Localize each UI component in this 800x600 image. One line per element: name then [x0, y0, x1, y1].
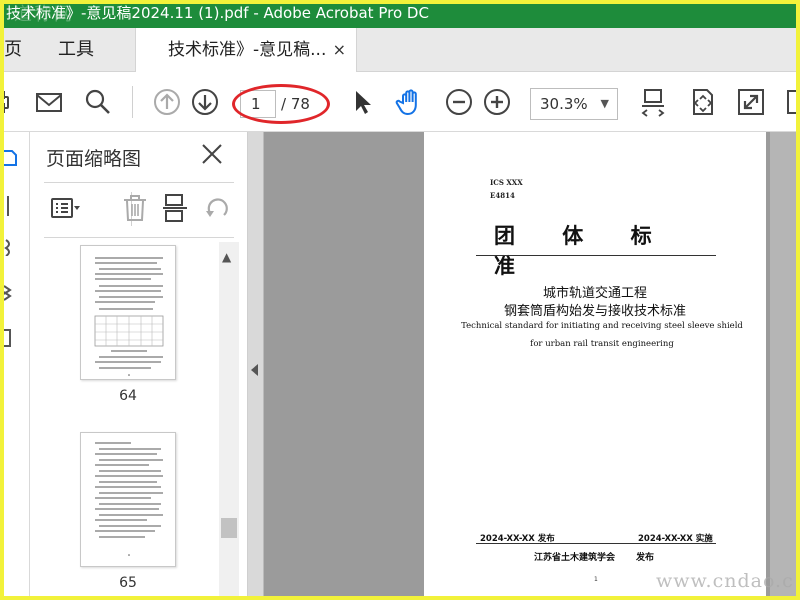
standard-type-title: 团 体 标 准 — [494, 224, 652, 278]
thumbnail-scrollbar[interactable]: ▲ — [219, 242, 239, 600]
classification-code: E4814 — [490, 191, 515, 200]
panel-divider — [44, 182, 234, 183]
close-tab-icon[interactable]: × — [333, 28, 346, 72]
watermark-top: 道称网 — [14, 4, 74, 25]
fit-width-icon[interactable] — [688, 87, 718, 117]
signature-nav-icon[interactable] — [4, 328, 18, 348]
zoom-out-icon[interactable] — [444, 87, 474, 117]
close-panel-icon[interactable] — [200, 142, 224, 166]
page-thumbnail-65[interactable] — [80, 432, 176, 567]
standard-name-cn-line2: 钢套筒盾构始发与接收技术标准 — [503, 304, 686, 319]
tab-document-label: 技术标准》-意见稿... — [168, 40, 327, 60]
tab-document[interactable]: 技术标准》-意见稿... × — [135, 28, 357, 73]
watermark-bottom: www.cndao.c — [656, 570, 794, 592]
pdf-page: ICS XXX E4814 团 体 标 准 城市轨道交通工程 钢套筒盾构始发与接… — [424, 132, 766, 600]
title-bar: 技术标准》-意见稿2024.11 (1).pdf - Adobe Acrobat… — [0, 0, 800, 28]
standard-name-en-line2: for urban rail transit engineering — [530, 339, 674, 349]
annotation-circle — [232, 84, 330, 124]
thumbnail-options-icon[interactable] — [50, 193, 80, 223]
collapse-arrow-icon[interactable] — [251, 364, 258, 376]
thumbnails-panel: 页面缩略图 64 65 ▲ — [30, 132, 248, 600]
zoom-select[interactable]: 30.3% ▼ — [530, 88, 618, 120]
page-up-icon[interactable] — [152, 87, 182, 117]
more-tools-icon[interactable] — [784, 87, 800, 117]
footer-rule — [476, 543, 716, 544]
left-nav-strip — [0, 132, 30, 600]
print-icon[interactable] — [0, 87, 14, 117]
standard-name-en-line1: Technical standard for initiating and re… — [461, 321, 743, 331]
chevron-down-icon: ▼ — [600, 97, 609, 110]
standard-name-cn-line1: 城市轨道交通工程 — [542, 286, 647, 301]
issuing-organization: 江苏省土木建筑学会 — [534, 553, 616, 563]
tab-bar: 页 工具 技术标准》-意见稿... × — [0, 28, 800, 73]
page-marker: 1 — [594, 576, 598, 583]
fit-page-icon[interactable] — [638, 87, 668, 117]
title-rule — [476, 255, 716, 256]
panel-splitter[interactable] — [248, 132, 264, 600]
panel-tools-divider — [44, 237, 234, 238]
zoom-in-icon[interactable] — [482, 87, 512, 117]
email-icon[interactable] — [34, 87, 64, 117]
publish-label: 发布 — [636, 553, 655, 563]
scrollbar-thumb[interactable] — [221, 518, 237, 538]
page-thumbnails-nav-icon[interactable] — [4, 148, 18, 168]
toolbar-separator — [132, 86, 133, 118]
tab-home[interactable]: 页 — [4, 28, 34, 72]
layers-nav-icon[interactable] — [3, 282, 18, 302]
rotate-icon[interactable] — [202, 193, 232, 223]
ics-code: ICS XXX — [490, 178, 523, 187]
page-down-icon[interactable] — [190, 87, 220, 117]
page-thumbnail-64[interactable] — [80, 245, 176, 380]
select-cursor-icon[interactable] — [348, 87, 378, 117]
right-scroll-area[interactable] — [770, 132, 800, 600]
attachment-nav-icon[interactable] — [4, 236, 18, 257]
trash-icon[interactable] — [120, 193, 150, 223]
search-icon[interactable] — [83, 87, 113, 117]
bookmark-nav-icon[interactable] — [4, 196, 18, 216]
thumbnail-label-64: 64 — [119, 388, 137, 404]
zoom-value: 30.3% — [540, 95, 588, 113]
toolbar: 1 / 78 30.3% ▼ — [0, 72, 800, 132]
scroll-up-icon[interactable]: ▲ — [222, 250, 231, 264]
insert-page-icon[interactable] — [160, 193, 190, 223]
hand-icon[interactable] — [395, 87, 425, 117]
fullscreen-icon[interactable] — [736, 87, 766, 117]
panel-title: 页面缩略图 — [46, 148, 142, 170]
document-viewport[interactable]: ICS XXX E4814 团 体 标 准 城市轨道交通工程 钢套筒盾构始发与接… — [248, 132, 800, 600]
tab-tools[interactable]: 工具 — [58, 28, 118, 72]
thumbnail-label-65: 65 — [119, 575, 137, 591]
